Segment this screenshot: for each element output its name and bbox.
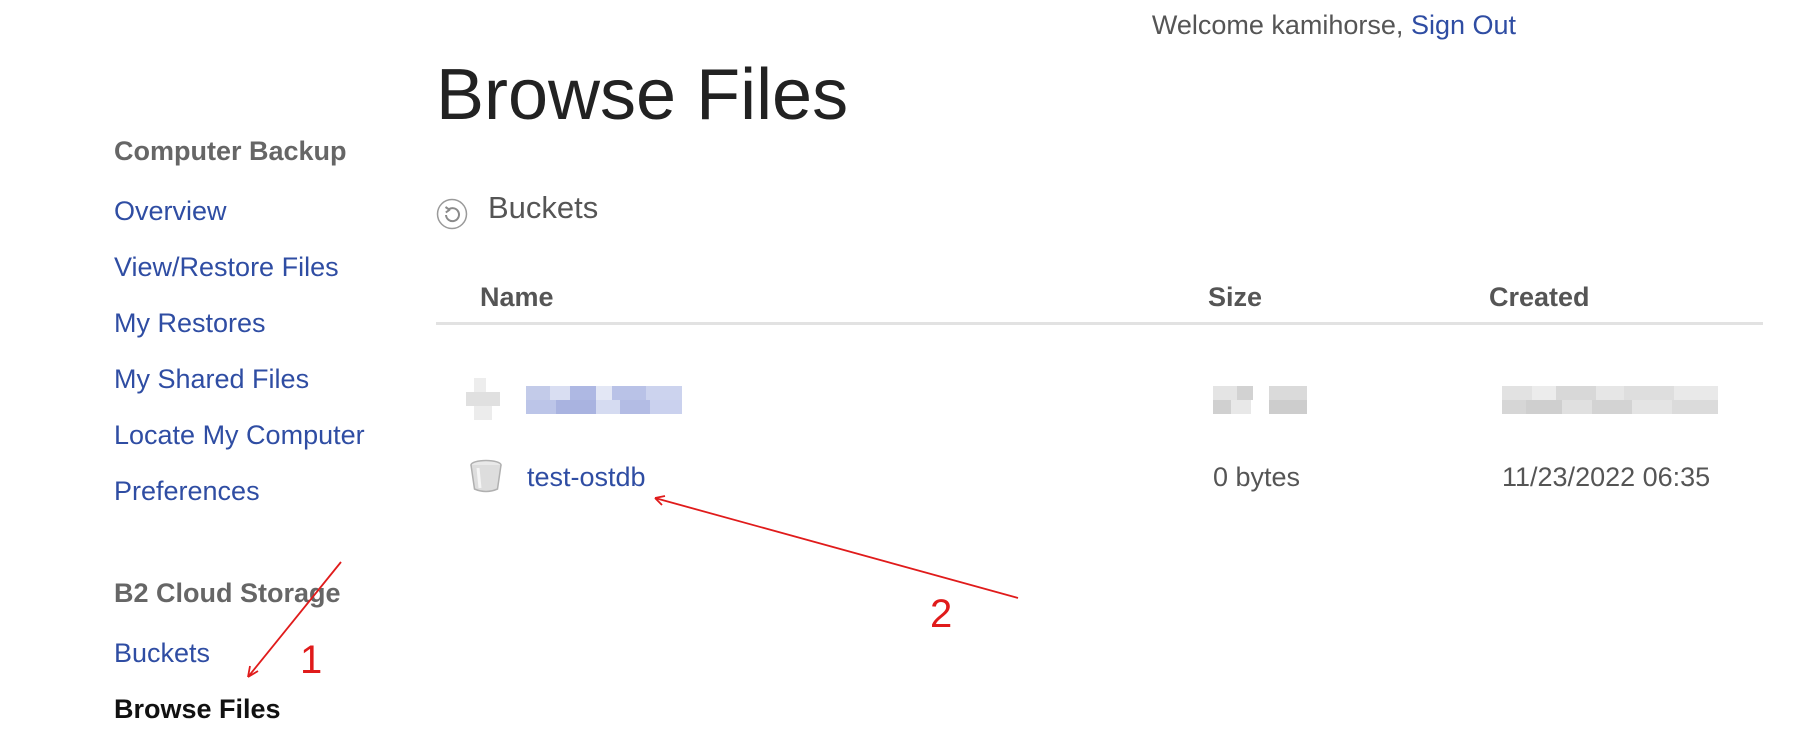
table-row[interactable]: test-ostdb 0 bytes 11/23/2022 06:35 [436, 459, 1763, 512]
page-title: Browse Files [436, 55, 849, 135]
sidebar-item-my-restores[interactable]: My Restores [114, 308, 266, 339]
bucket-created: 11/23/2022 06:35 [1502, 462, 1711, 492]
sidebar-item-overview[interactable]: Overview [114, 196, 227, 227]
column-header-created[interactable]: Created [1489, 282, 1590, 313]
annotation-label-1: 1 [300, 638, 323, 682]
refresh-icon[interactable] [436, 198, 468, 230]
sidebar-item-preferences[interactable]: Preferences [114, 476, 260, 507]
sidebar-item-my-shared-files[interactable]: My Shared Files [114, 364, 309, 395]
redacted-size [1213, 386, 1307, 414]
bucket-name-link[interactable]: test-ostdb [527, 462, 646, 493]
sidebar-item-locate-my-computer[interactable]: Locate My Computer [114, 420, 365, 451]
bucket-icon [466, 378, 500, 420]
annotation-label-2: 2 [930, 592, 953, 636]
column-header-size[interactable]: Size [1208, 282, 1262, 313]
header-divider [436, 322, 1763, 325]
sign-out-link[interactable]: Sign Out [1411, 10, 1516, 40]
sidebar-item-browse-files: Browse Files [114, 694, 281, 724]
redacted-bucket-name[interactable] [526, 386, 682, 414]
sidebar-item-buckets[interactable]: Buckets [114, 638, 210, 669]
redacted-created [1502, 386, 1718, 414]
sidebar-item-view-restore-files[interactable]: View/Restore Files [114, 252, 339, 283]
sidebar-heading-b2-cloud-storage: B2 Cloud Storage [114, 578, 341, 608]
welcome-text: Welcome kamihorse, [1151, 10, 1411, 40]
bucket-size: 0 bytes [1213, 462, 1301, 492]
annotation-arrowhead-1 [247, 665, 259, 678]
annotation-arrow-2 [654, 497, 1019, 599]
sidebar-heading-computer-backup: Computer Backup [114, 136, 347, 166]
user-greeting: Welcome kamihorse, Sign Out [1152, 10, 1516, 41]
bucket-icon [470, 459, 502, 493]
table-row[interactable] [436, 374, 1763, 424]
section-label-buckets: Buckets [488, 190, 599, 225]
column-header-name[interactable]: Name [480, 282, 554, 313]
